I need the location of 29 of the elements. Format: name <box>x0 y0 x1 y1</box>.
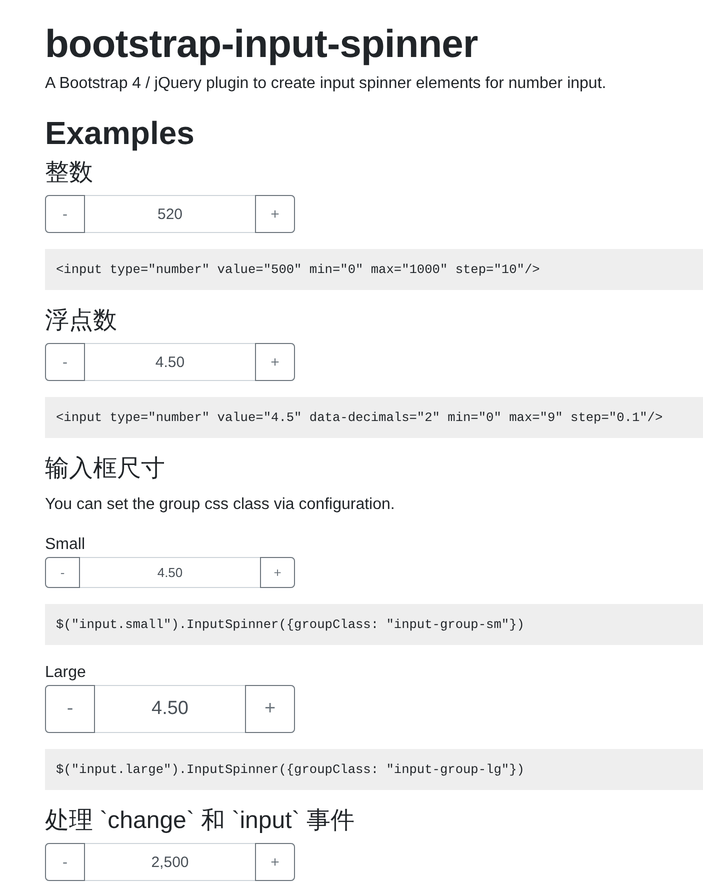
decrement-button[interactable]: - <box>45 843 85 881</box>
code-snippet: $("input.small").InputSpinner({groupClass: "input-group-sm"}) <box>45 604 703 645</box>
increment-button[interactable]: + <box>255 343 295 381</box>
increment-button[interactable]: + <box>260 557 295 588</box>
increment-button[interactable]: + <box>245 685 295 733</box>
number-input[interactable]: 2,500 <box>85 843 255 881</box>
code-snippet: <input type="number" value="4.5" data-decimals="2" min="0" max="9" step="0.1"/> <box>45 397 703 438</box>
decrement-button[interactable]: - <box>45 343 85 381</box>
size-label: Large <box>45 663 86 683</box>
section-heading: 处理 `change` 和 `input` 事件 <box>45 806 354 835</box>
code-snippet: <input type="number" value="500" min="0" max="1000" step="10"/> <box>45 249 703 290</box>
number-input[interactable]: 4.50 <box>95 685 245 733</box>
number-input[interactable]: 4.50 <box>80 557 260 588</box>
size-label: Small <box>45 535 86 555</box>
increment-button[interactable]: + <box>255 843 295 881</box>
section-heading: 整数 <box>45 158 93 187</box>
section-heading: 输入框尺寸 <box>45 454 165 483</box>
decrement-button[interactable]: - <box>45 195 85 233</box>
section-title: Examples <box>45 114 194 152</box>
lead-text: A Bootstrap 4 / jQuery plugin to create input spinner elements for number input. <box>45 74 606 94</box>
section-heading: 浮点数 <box>45 306 117 335</box>
decrement-button[interactable]: - <box>45 557 80 588</box>
number-input[interactable]: 4.50 <box>85 343 255 381</box>
page-title: bootstrap-input-spinner <box>45 22 478 68</box>
description-text: You can set the group css class via configuration. <box>45 495 395 515</box>
number-input[interactable]: 520 <box>85 195 255 233</box>
increment-button[interactable]: + <box>255 195 295 233</box>
code-snippet: $("input.large").InputSpinner({groupClass: "input-group-lg"}) <box>45 749 703 790</box>
decrement-button[interactable]: - <box>45 685 95 733</box>
